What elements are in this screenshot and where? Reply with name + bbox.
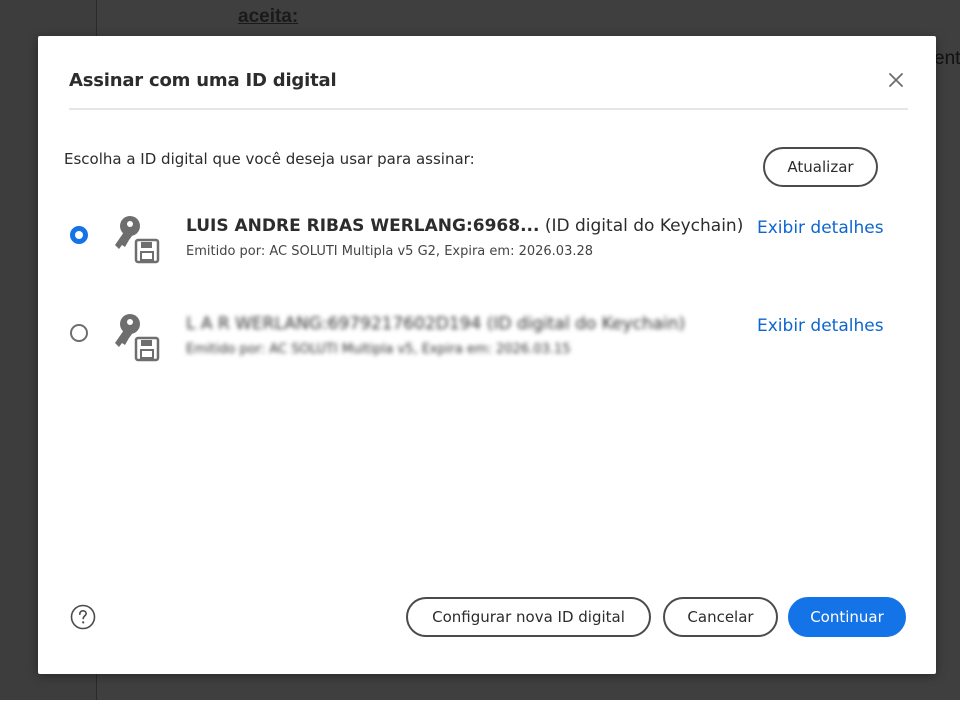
document-heading: aceita: (238, 6, 299, 27)
radio-selected[interactable] (70, 226, 88, 244)
digital-id-option[interactable]: LUIS ANDRE RIBAS WERLANG:6968... (ID dig… (38, 208, 936, 278)
title-divider (69, 108, 908, 110)
digital-id-option[interactable]: L A R WERLANG:6979217602D194 (ID digital… (38, 306, 936, 376)
key-icon (115, 216, 160, 264)
bottom-strip (0, 700, 960, 720)
close-button[interactable] (884, 68, 908, 92)
configure-new-id-button[interactable]: Configurar nova ID digital (406, 597, 651, 637)
dialog-title: Assinar com uma ID digital (69, 70, 337, 91)
id-name: LUIS ANDRE RIBAS WERLANG:6968... (ID dig… (186, 216, 744, 236)
view-details-link[interactable]: Exibir detalhes (757, 218, 884, 238)
update-button[interactable]: Atualizar (763, 147, 878, 187)
id-detail: Emitido por: AC SOLUTI Multipla v5 G2, E… (186, 244, 594, 259)
id-detail: Emitido por: AC SOLUTI Multipla v5, Expi… (186, 342, 571, 357)
view-details-link[interactable]: Exibir detalhes (757, 316, 884, 336)
radio-unselected[interactable] (70, 324, 88, 342)
continue-button[interactable]: Continuar (788, 597, 906, 637)
id-name: L A R WERLANG:6979217602D194 (ID digital… (186, 314, 686, 334)
key-icon (115, 314, 160, 362)
sign-dialog: Assinar com uma ID digital Escolha a ID … (38, 36, 936, 674)
choose-id-prompt: Escolha a ID digital que você deseja usa… (64, 150, 475, 168)
help-icon[interactable] (70, 604, 96, 630)
cancel-button[interactable]: Cancelar (663, 597, 778, 637)
close-icon (889, 73, 903, 87)
document-edge-text: ent (934, 48, 960, 69)
